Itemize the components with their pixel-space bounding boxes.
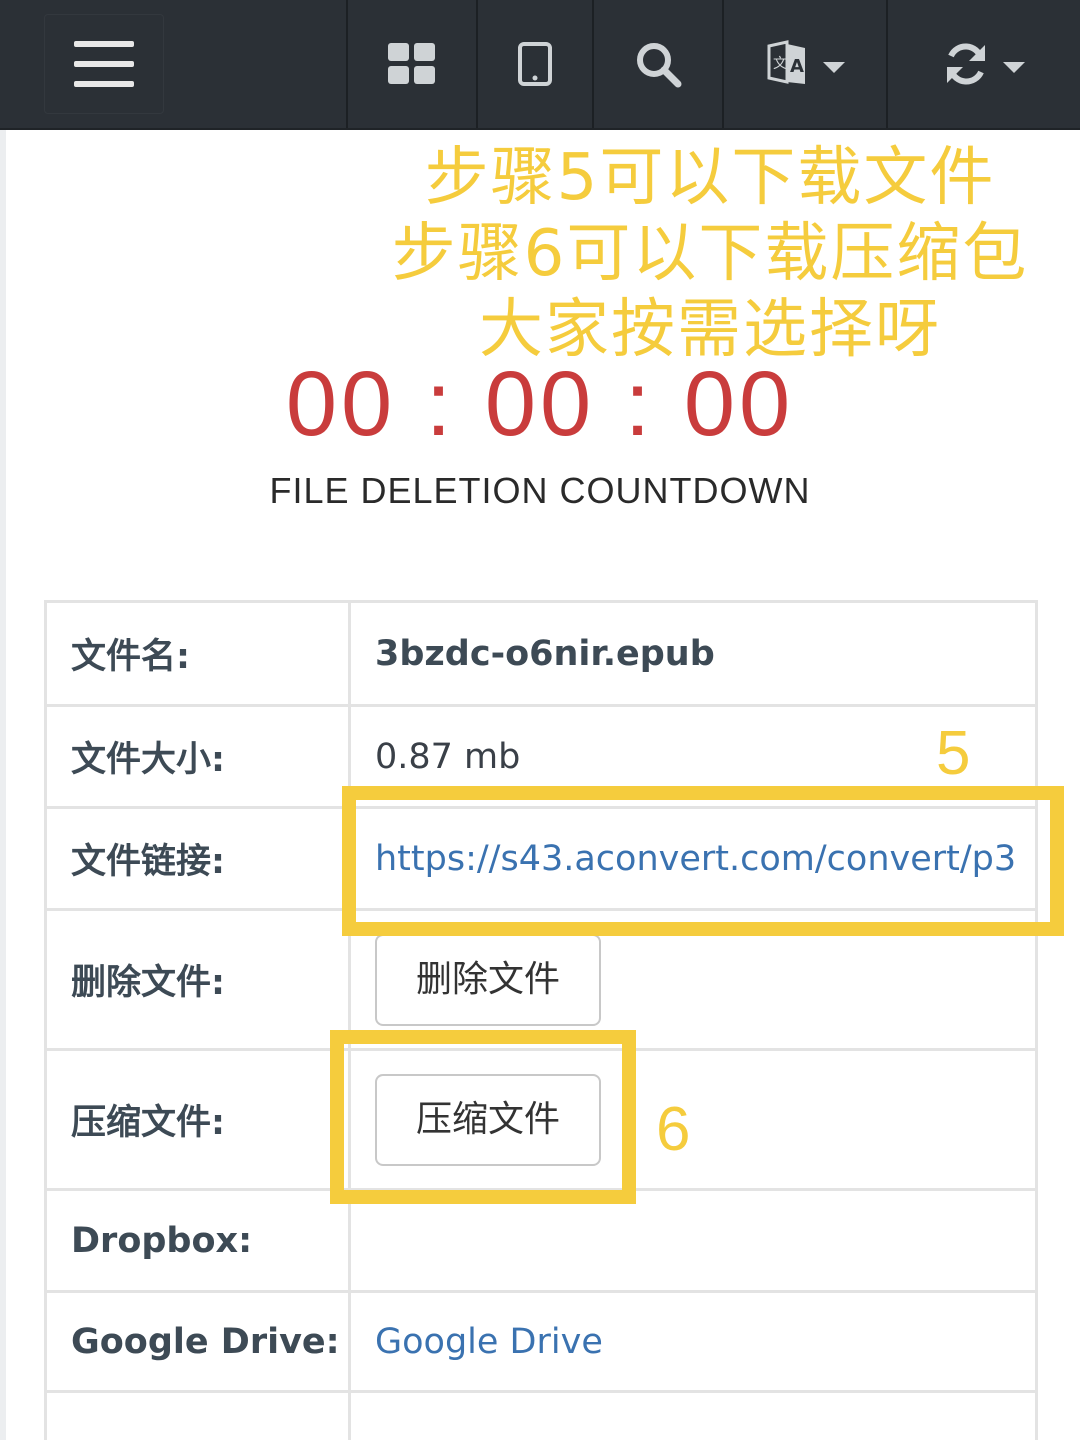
- grid-view-button[interactable]: [346, 0, 476, 128]
- grid-icon: [388, 43, 435, 84]
- annotation-line-1: 步骤5可以下载文件: [424, 141, 996, 215]
- file-link-label: 文件链接:: [44, 806, 351, 911]
- language-dropdown[interactable]: 文 A: [722, 0, 886, 128]
- search-button[interactable]: [592, 0, 722, 128]
- chevron-down-icon: [823, 61, 845, 73]
- refresh-dropdown[interactable]: [886, 0, 1080, 128]
- svg-text:文: 文: [773, 56, 787, 72]
- empty-value-cell: [348, 1390, 1038, 1440]
- table-row: [44, 1390, 1038, 1440]
- chevron-down-icon: [1003, 61, 1025, 73]
- highlight-box-step-6: [330, 1030, 636, 1204]
- search-icon: [637, 43, 682, 88]
- google-drive-link[interactable]: Google Drive: [375, 1322, 603, 1362]
- menu-icon[interactable]: [44, 14, 164, 114]
- file-size-label: 文件大小:: [44, 704, 351, 809]
- zip-file-label: 压缩文件:: [44, 1048, 351, 1191]
- countdown-label: FILE DELETION COUNTDOWN: [269, 470, 811, 511]
- delete-file-button[interactable]: 删除文件: [375, 933, 601, 1026]
- google-drive-label: Google Drive:: [44, 1290, 351, 1393]
- file-info-table: 文件名: 3bzdc-o6nir.epub 文件大小: 0.87 mb 文件链接…: [44, 600, 1038, 1440]
- table-row: Dropbox:: [44, 1188, 1038, 1293]
- svg-text:A: A: [790, 56, 804, 77]
- file-name-value: 3bzdc-o6nir.epub: [348, 600, 1038, 707]
- table-row: Google Drive: Google Drive: [44, 1290, 1038, 1393]
- step-6-marker: 6: [656, 1095, 691, 1164]
- annotation-line-2: 步骤6可以下载压缩包: [391, 217, 1029, 291]
- dropbox-cell: [348, 1188, 1038, 1293]
- table-row: 文件名: 3bzdc-o6nir.epub: [44, 600, 1038, 707]
- delete-file-label: 删除文件:: [44, 908, 351, 1051]
- google-drive-cell: Google Drive: [348, 1290, 1038, 1393]
- translate-icon: 文 A: [767, 40, 805, 84]
- step-5-marker: 5: [936, 719, 971, 788]
- countdown-timer: 00 : 00 : 00: [285, 353, 795, 455]
- tablet-button[interactable]: [476, 0, 592, 128]
- empty-label-cell: [44, 1390, 351, 1440]
- dropbox-label: Dropbox:: [44, 1188, 351, 1293]
- top-navbar: 文 A: [0, 0, 1080, 130]
- refresh-icon: [947, 43, 985, 85]
- highlight-box-step-5: [342, 786, 1064, 936]
- tablet-icon: [518, 42, 552, 86]
- file-name-label: 文件名:: [44, 600, 351, 707]
- left-edge-divider: [0, 130, 6, 1440]
